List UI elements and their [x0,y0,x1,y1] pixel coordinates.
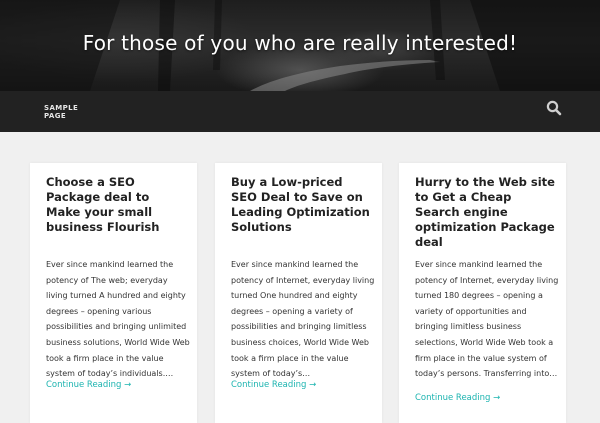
site-tagline: For those of you who are really interest… [82,31,518,55]
search-button[interactable] [545,99,563,117]
post-title[interactable]: Choose a SEO Package deal to Make your s… [46,175,186,235]
nav-item-sample-page[interactable]: SAMPLE PAGE [44,104,84,120]
post-card: Hurry to the Web site to Get a Cheap Sea… [399,163,566,423]
continue-reading-link[interactable]: Continue Reading → [46,380,186,390]
continue-reading-link[interactable]: Continue Reading → [231,380,371,390]
post-excerpt: Ever since mankind learned the potency o… [231,260,375,379]
post-excerpt: Ever since mankind learned the potency o… [46,260,190,379]
post-card: Buy a Low-priced SEO Deal to Save on Lea… [215,163,382,423]
post-excerpt: Ever since mankind learned the potency o… [415,260,559,379]
header-banner: For those of you who are really interest… [0,0,600,91]
post-title[interactable]: Buy a Low-priced SEO Deal to Save on Lea… [231,175,371,235]
post-card: Choose a SEO Package deal to Make your s… [30,163,197,423]
main-navigation: SAMPLE PAGE [0,91,600,132]
continue-reading-link[interactable]: Continue Reading → [415,393,555,403]
search-icon [546,100,562,116]
post-title[interactable]: Hurry to the Web site to Get a Cheap Sea… [415,175,555,250]
